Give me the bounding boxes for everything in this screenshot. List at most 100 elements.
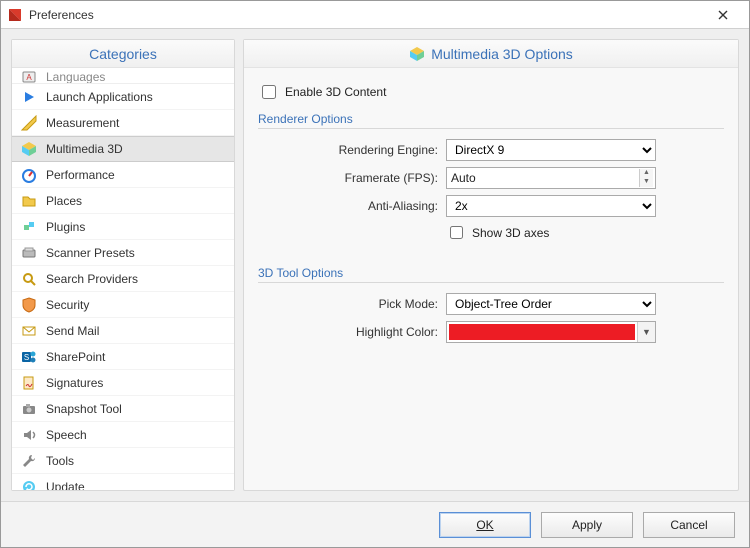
category-item-label: SharePoint bbox=[46, 350, 105, 364]
categories-panel: Categories A Languages Launch Applications… bbox=[11, 39, 235, 491]
highlight-color-picker[interactable]: ▼ bbox=[446, 321, 656, 343]
options-panel: Multimedia 3D Options Enable 3D Content … bbox=[243, 39, 739, 491]
enable-3d-content-checkbox[interactable] bbox=[262, 85, 276, 99]
enable-3d-content-label: Enable 3D Content bbox=[285, 85, 386, 99]
performance-icon bbox=[20, 166, 38, 184]
launch-icon bbox=[20, 88, 38, 106]
category-item-label: Search Providers bbox=[46, 272, 138, 286]
category-item-label: Signatures bbox=[46, 376, 103, 390]
category-item-performance[interactable]: Performance bbox=[12, 162, 234, 188]
svg-text:A: A bbox=[26, 73, 32, 82]
rendering-engine-select[interactable]: DirectX 9 bbox=[446, 139, 656, 161]
category-item-label: Multimedia 3D bbox=[46, 142, 123, 156]
scanner-icon bbox=[20, 244, 38, 262]
framerate-row: Framerate (FPS): Auto ▲ ▼ bbox=[258, 167, 724, 189]
search-providers-icon bbox=[20, 270, 38, 288]
options-header-label: Multimedia 3D Options bbox=[431, 46, 573, 62]
anti-aliasing-select[interactable]: 2x bbox=[446, 195, 656, 217]
signatures-icon bbox=[20, 374, 38, 392]
category-item-snapshot-tool[interactable]: Snapshot Tool bbox=[12, 396, 234, 422]
chevron-down-icon[interactable]: ▼ bbox=[637, 322, 655, 342]
snapshot-icon bbox=[20, 400, 38, 418]
highlight-color-row: Highlight Color: ▼ bbox=[258, 321, 724, 343]
tools-icon bbox=[20, 452, 38, 470]
rendering-engine-row: Rendering Engine: DirectX 9 bbox=[258, 139, 724, 161]
category-item-languages[interactable]: A Languages bbox=[12, 70, 234, 84]
category-item-update[interactable]: Update bbox=[12, 474, 234, 490]
category-item-label: Security bbox=[46, 298, 89, 312]
category-item-places[interactable]: Places bbox=[12, 188, 234, 214]
window-title: Preferences bbox=[29, 8, 703, 22]
category-item-label: Launch Applications bbox=[46, 90, 153, 104]
show-3d-axes-checkbox[interactable] bbox=[450, 226, 463, 239]
category-item-label: Scanner Presets bbox=[46, 246, 135, 260]
svg-text:S: S bbox=[24, 353, 29, 362]
update-icon bbox=[20, 478, 38, 491]
window-close-button[interactable] bbox=[703, 2, 743, 28]
show-3d-axes-control[interactable]: Show 3D axes bbox=[446, 223, 656, 242]
pick-mode-row: Pick Mode: Object-Tree Order bbox=[258, 293, 724, 315]
app-icon bbox=[7, 7, 23, 23]
category-item-label: Places bbox=[46, 194, 82, 208]
category-item-label: Performance bbox=[46, 168, 115, 182]
sharepoint-icon: S bbox=[20, 348, 38, 366]
security-icon bbox=[20, 296, 38, 314]
apply-button[interactable]: Apply bbox=[541, 512, 633, 538]
framerate-label: Framerate (FPS): bbox=[258, 171, 438, 185]
pick-mode-label: Pick Mode: bbox=[258, 297, 438, 311]
speech-icon bbox=[20, 426, 38, 444]
category-item-label: Snapshot Tool bbox=[46, 402, 122, 416]
preferences-window: Preferences Categories A Languages Launch … bbox=[0, 0, 750, 548]
category-item-plugins[interactable]: Plugins bbox=[12, 214, 234, 240]
renderer-options-group-label: Renderer Options bbox=[258, 112, 724, 126]
category-item-multimedia-3d[interactable]: Multimedia 3D bbox=[12, 136, 234, 162]
framerate-spinner[interactable]: Auto ▲ ▼ bbox=[446, 167, 656, 189]
highlight-color-label: Highlight Color: bbox=[258, 325, 438, 339]
category-item-send-mail[interactable]: Send Mail bbox=[12, 318, 234, 344]
cancel-button[interactable]: Cancel bbox=[643, 512, 735, 538]
category-item-label: Speech bbox=[46, 428, 87, 442]
framerate-value: Auto bbox=[451, 171, 476, 185]
category-item-measurement[interactable]: Measurement bbox=[12, 110, 234, 136]
category-item-scanner-presets[interactable]: Scanner Presets bbox=[12, 240, 234, 266]
measurement-icon bbox=[20, 114, 38, 132]
pick-mode-select[interactable]: Object-Tree Order bbox=[446, 293, 656, 315]
dialog-footer: OK Apply Cancel bbox=[1, 501, 749, 547]
divider bbox=[258, 282, 724, 283]
options-header: Multimedia 3D Options bbox=[244, 40, 738, 68]
category-item-speech[interactable]: Speech bbox=[12, 422, 234, 448]
category-item-label: Languages bbox=[46, 70, 105, 84]
anti-aliasing-row: Anti-Aliasing: 2x bbox=[258, 195, 724, 217]
3d-tool-options-group-label: 3D Tool Options bbox=[258, 266, 724, 280]
category-item-label: Tools bbox=[46, 454, 74, 468]
category-item-signatures[interactable]: Signatures bbox=[12, 370, 234, 396]
show-3d-axes-label: Show 3D axes bbox=[472, 226, 549, 240]
category-item-tools[interactable]: Tools bbox=[12, 448, 234, 474]
anti-aliasing-label: Anti-Aliasing: bbox=[258, 199, 438, 213]
spinner-down-icon[interactable]: ▼ bbox=[639, 178, 653, 187]
category-item-launch-applications[interactable]: Launch Applications bbox=[12, 84, 234, 110]
category-item-sharepoint[interactable]: S SharePoint bbox=[12, 344, 234, 370]
rendering-engine-label: Rendering Engine: bbox=[258, 143, 438, 157]
highlight-color-swatch bbox=[449, 324, 635, 340]
spinner-up-icon[interactable]: ▲ bbox=[639, 169, 653, 178]
category-item-label: Measurement bbox=[46, 116, 119, 130]
sendmail-icon bbox=[20, 322, 38, 340]
category-item-label: Plugins bbox=[46, 220, 85, 234]
categories-list[interactable]: A Languages Launch Applications Measurement… bbox=[12, 68, 234, 490]
dialog-body: Categories A Languages Launch Applications… bbox=[1, 29, 749, 501]
category-item-search-providers[interactable]: Search Providers bbox=[12, 266, 234, 292]
enable-3d-content-row[interactable]: Enable 3D Content bbox=[258, 82, 724, 102]
multimedia3d-icon bbox=[20, 140, 38, 158]
close-icon bbox=[718, 10, 728, 20]
multimedia3d-icon bbox=[409, 46, 425, 62]
category-item-security[interactable]: Security bbox=[12, 292, 234, 318]
category-item-label: Send Mail bbox=[46, 324, 99, 338]
ok-button[interactable]: OK bbox=[439, 512, 531, 538]
divider bbox=[258, 128, 724, 129]
categories-header: Categories bbox=[12, 40, 234, 68]
languages-icon: A bbox=[20, 70, 38, 84]
options-content: Enable 3D Content Renderer Options Rende… bbox=[244, 68, 738, 490]
titlebar: Preferences bbox=[1, 1, 749, 29]
show-3d-axes-row: Show 3D axes bbox=[258, 223, 724, 242]
